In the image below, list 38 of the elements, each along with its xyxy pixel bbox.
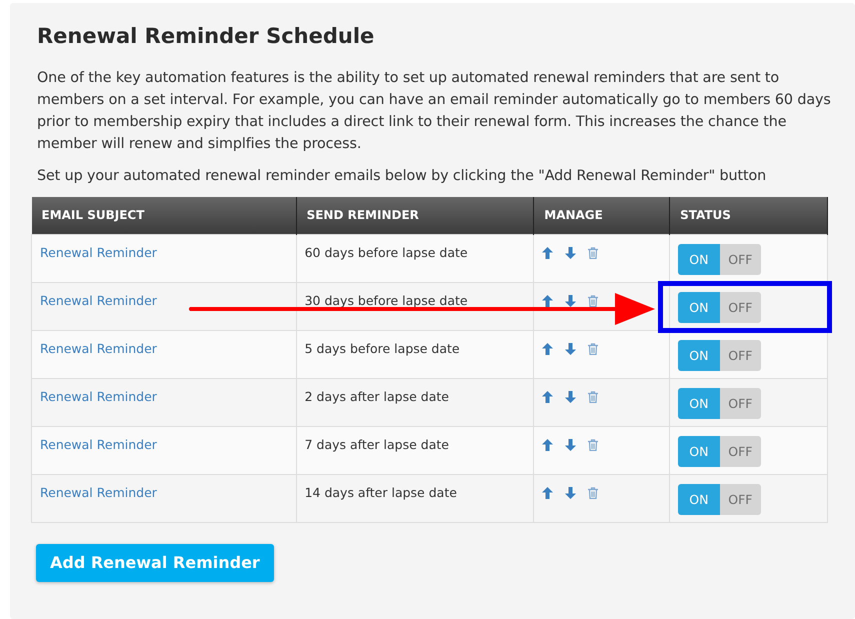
trash-icon[interactable] [588,390,598,402]
send-reminder-text: 60 days before lapse date [304,244,468,260]
send-reminder-text: 14 days after lapse date [304,484,457,500]
subject-link[interactable]: Renewal Reminder [40,484,157,500]
up-arrow-icon[interactable] [542,486,554,498]
trash-icon[interactable] [588,294,598,306]
down-arrow-icon[interactable] [565,390,576,402]
subject-link[interactable]: Renewal Reminder [40,436,157,452]
up-arrow-icon[interactable] [542,294,554,306]
down-arrow-icon[interactable] [565,486,576,498]
description-text: One of the key automation features is the ability to set up automated renewal reminders that are sent to members on a set interval. For example, you can have an email reminder automatically go to members 60 days prior to membership expiry that includes a direct link to their renewal form. This increases the chance the member will renew and simplfies the process. [37,69,832,154]
subject-link[interactable]: Renewal Reminder [40,340,157,356]
column-header: STATUS [670,197,828,234]
down-arrow-icon[interactable] [565,246,576,258]
up-arrow-icon[interactable] [542,342,554,354]
column-header: MANAGE [534,197,670,234]
down-arrow-icon[interactable] [565,342,576,354]
trash-icon[interactable] [588,246,598,258]
column-header: SEND REMINDER [296,197,534,234]
column-header: EMAIL SUBJECT [32,197,296,234]
page-title: Renewal Reminder Schedule [37,24,376,48]
add-reminder-button[interactable]: Add Renewal Reminder [36,544,274,582]
up-arrow-icon[interactable] [542,246,554,258]
up-arrow-icon[interactable] [542,438,554,450]
send-reminder-text: 30 days before lapse date [304,292,468,308]
up-arrow-icon[interactable] [542,390,554,402]
send-reminder-text: 7 days after lapse date [304,436,449,452]
down-arrow-icon[interactable] [565,294,576,306]
trash-icon[interactable] [588,342,598,354]
subject-link[interactable]: Renewal Reminder [40,292,157,308]
subject-link[interactable]: Renewal Reminder [40,388,157,404]
description-text: Set up your automated renewal reminder emails below by clicking the "Add Renewal Reminder" button [37,167,768,186]
send-reminder-text: 2 days after lapse date [304,388,449,404]
trash-icon[interactable] [588,438,598,450]
down-arrow-icon[interactable] [565,438,576,450]
trash-icon[interactable] [588,486,598,498]
send-reminder-text: 5 days before lapse date [304,340,460,356]
subject-link[interactable]: Renewal Reminder [40,244,157,260]
